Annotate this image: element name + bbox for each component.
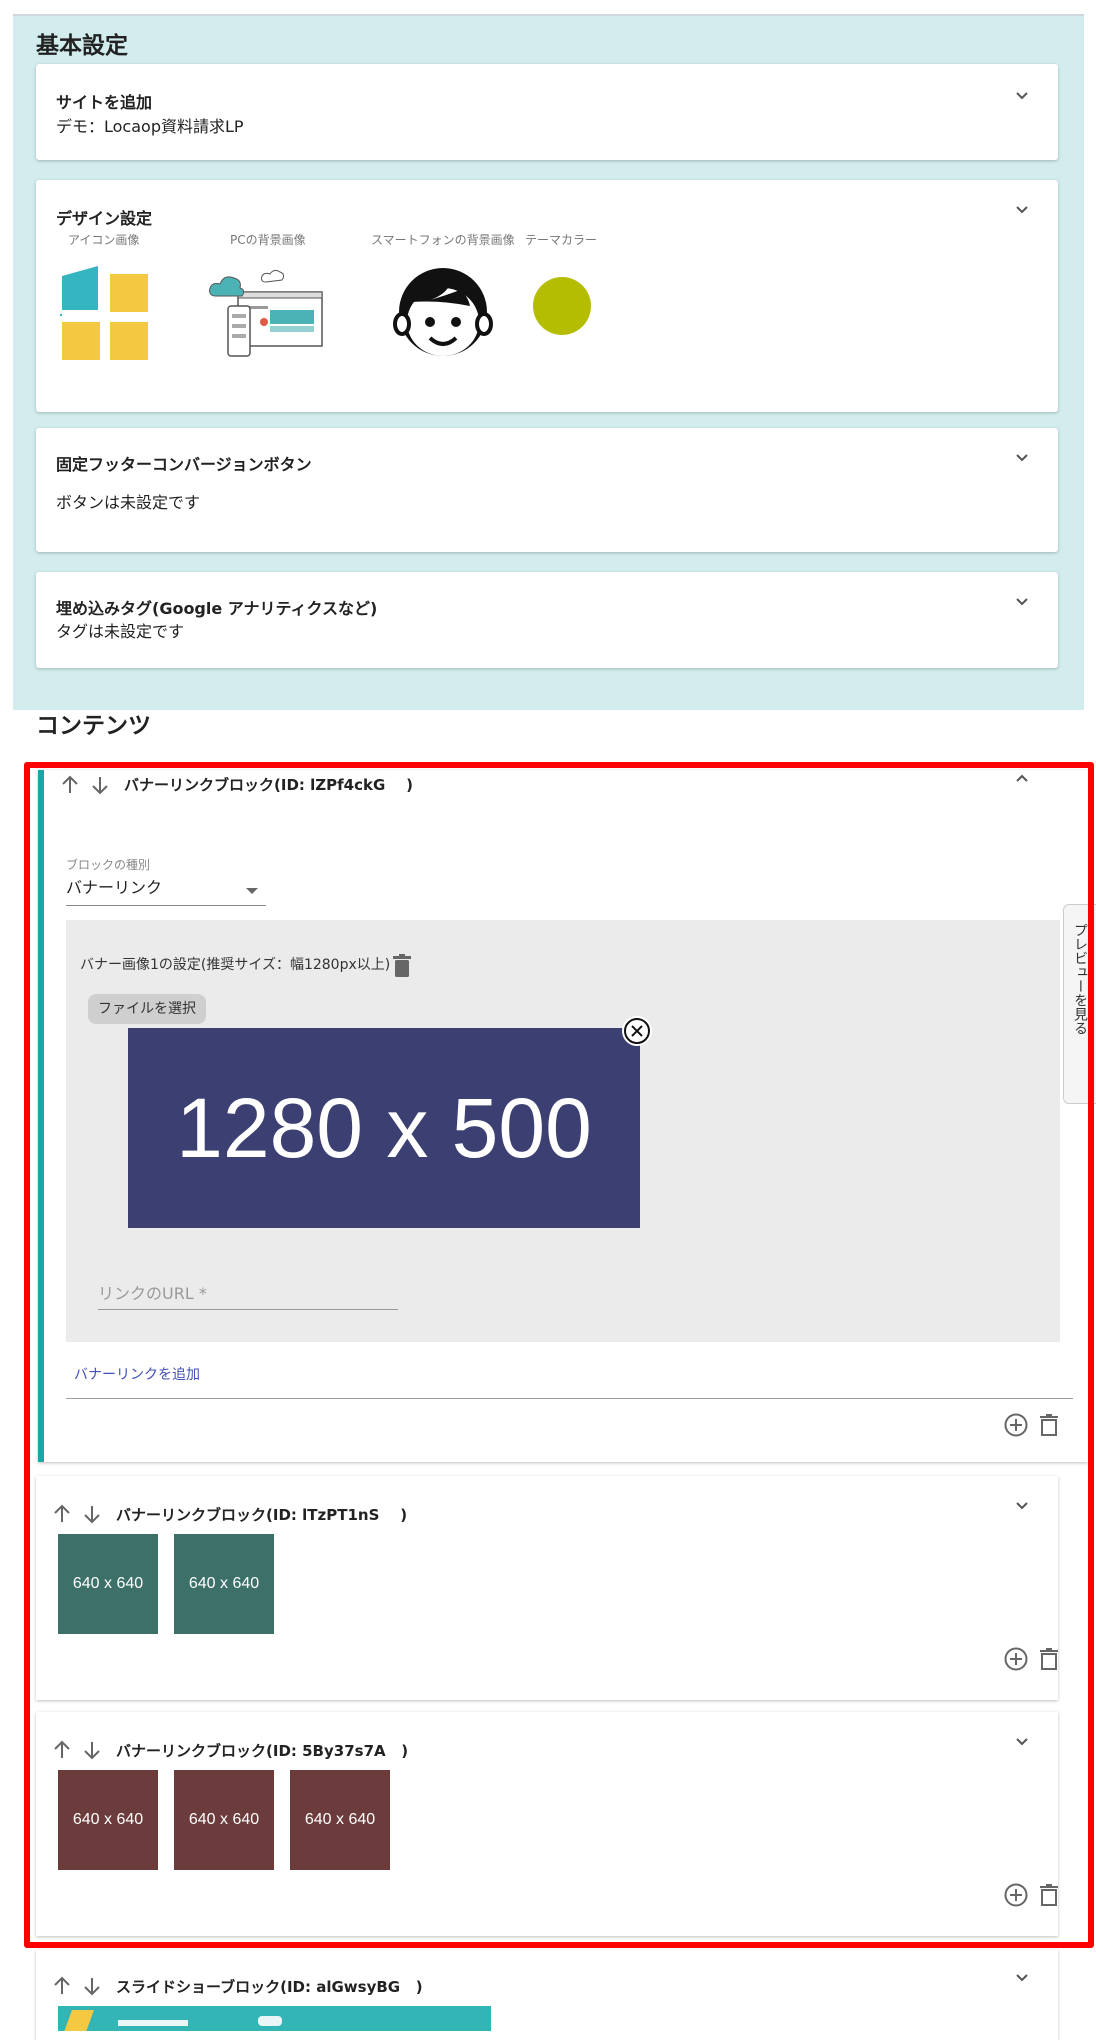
chevron-down-icon[interactable]	[1010, 84, 1034, 108]
site-card[interactable]	[36, 64, 1058, 160]
chevron-down-icon[interactable]	[1010, 590, 1034, 614]
chevron-down-icon[interactable]	[1010, 198, 1034, 222]
arrow-down-icon[interactable]	[80, 1974, 104, 1998]
basic-settings-title: 基本設定	[36, 33, 128, 59]
embed-tag-card[interactable]	[36, 572, 1058, 668]
pc-background-image	[209, 269, 323, 357]
pc-background-label: PCの背景画像	[230, 233, 306, 247]
icon-image-label: アイコン画像	[68, 233, 140, 247]
sp-background-label: スマートフォンの背景画像	[371, 233, 515, 247]
contents-title: コンテンツ	[36, 713, 151, 739]
chevron-down-icon[interactable]	[1010, 446, 1034, 470]
site-card-value: デモ：Locaop資料請求LP	[56, 117, 244, 136]
embed-tag-card-value: タグは未設定です	[56, 622, 185, 641]
chevron-down-icon[interactable]	[1010, 1966, 1034, 1990]
theme-color-swatch	[533, 277, 591, 335]
footer-button-card-value: ボタンは未設定です	[56, 493, 201, 512]
design-card-title: デザイン設定	[56, 209, 153, 228]
site-card-title: サイトを追加	[56, 93, 153, 112]
highlight-frame	[24, 762, 1094, 1948]
footer-button-card-title: 固定フッターコンバージョンボタン	[56, 455, 312, 474]
arrow-up-icon[interactable]	[50, 1974, 74, 1998]
site-icon-image	[60, 266, 148, 360]
block-4-title: スライドショーブロック(ID: alGwsyBG )	[116, 1978, 423, 1996]
theme-color-label: テーマカラー	[525, 233, 598, 247]
sp-background-image	[393, 268, 493, 356]
slideshow-image-preview	[58, 2006, 491, 2031]
embed-tag-card-title: 埋め込みタグ(Google アナリティクスなど)	[56, 599, 378, 618]
